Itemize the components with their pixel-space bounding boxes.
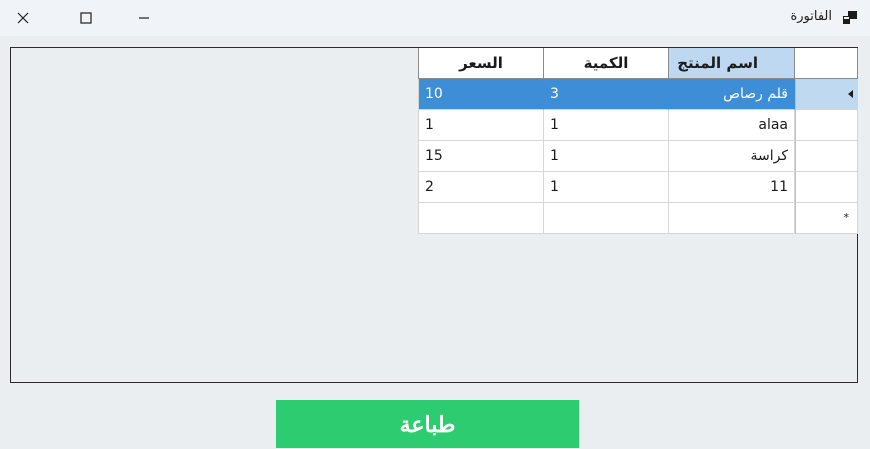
new-row[interactable]: * [418,203,858,234]
title-bar: الفاتورة [0,0,870,36]
table-row[interactable]: 2 1 11 [418,172,858,203]
app-icon [843,11,857,24]
price-cell[interactable]: 2 [418,172,544,203]
minimize-button[interactable] [121,0,167,36]
grid-corner-header[interactable] [795,48,858,79]
row-header[interactable] [795,79,858,110]
price-cell[interactable]: 15 [418,141,544,172]
quantity-cell[interactable] [544,203,669,234]
product-name-cell[interactable]: 11 [669,172,795,203]
price-cell[interactable]: 10 [418,79,544,110]
quantity-cell[interactable]: 1 [544,110,669,141]
maximize-button[interactable] [63,0,109,36]
column-header-price[interactable]: السعر [418,48,544,79]
quantity-cell[interactable]: 1 [544,141,669,172]
product-name-cell[interactable]: كراسة [669,141,795,172]
invoice-grid[interactable]: السعر الكمية اسم المنتج 10 3 قلم رصاص 1 … [418,48,858,234]
minimize-icon [139,17,149,19]
print-button[interactable]: طباعة [276,400,579,448]
product-name-cell[interactable] [669,203,795,234]
new-row-marker-icon: * [843,211,850,224]
current-row-arrow-icon [848,90,853,98]
close-icon [17,12,29,24]
window-title: الفاتورة [790,9,832,24]
column-header-quantity[interactable]: الكمية [544,48,669,79]
product-name-cell[interactable]: قلم رصاص [669,79,795,110]
row-header[interactable] [795,172,858,203]
column-header-product-name[interactable]: اسم المنتج [669,48,795,79]
quantity-cell[interactable]: 3 [544,79,669,110]
row-header[interactable] [795,110,858,141]
maximize-icon [80,12,92,24]
table-row[interactable]: 10 3 قلم رصاص [418,79,858,110]
table-row[interactable]: 1 1 alaa [418,110,858,141]
close-button[interactable] [0,0,46,36]
row-header[interactable] [795,141,858,172]
quantity-cell[interactable]: 1 [544,172,669,203]
price-cell[interactable]: 1 [418,110,544,141]
product-name-cell[interactable]: alaa [669,110,795,141]
table-row[interactable]: 15 1 كراسة [418,141,858,172]
row-header[interactable]: * [795,203,858,234]
grid-header-row: السعر الكمية اسم المنتج [418,48,858,79]
price-cell[interactable] [418,203,544,234]
